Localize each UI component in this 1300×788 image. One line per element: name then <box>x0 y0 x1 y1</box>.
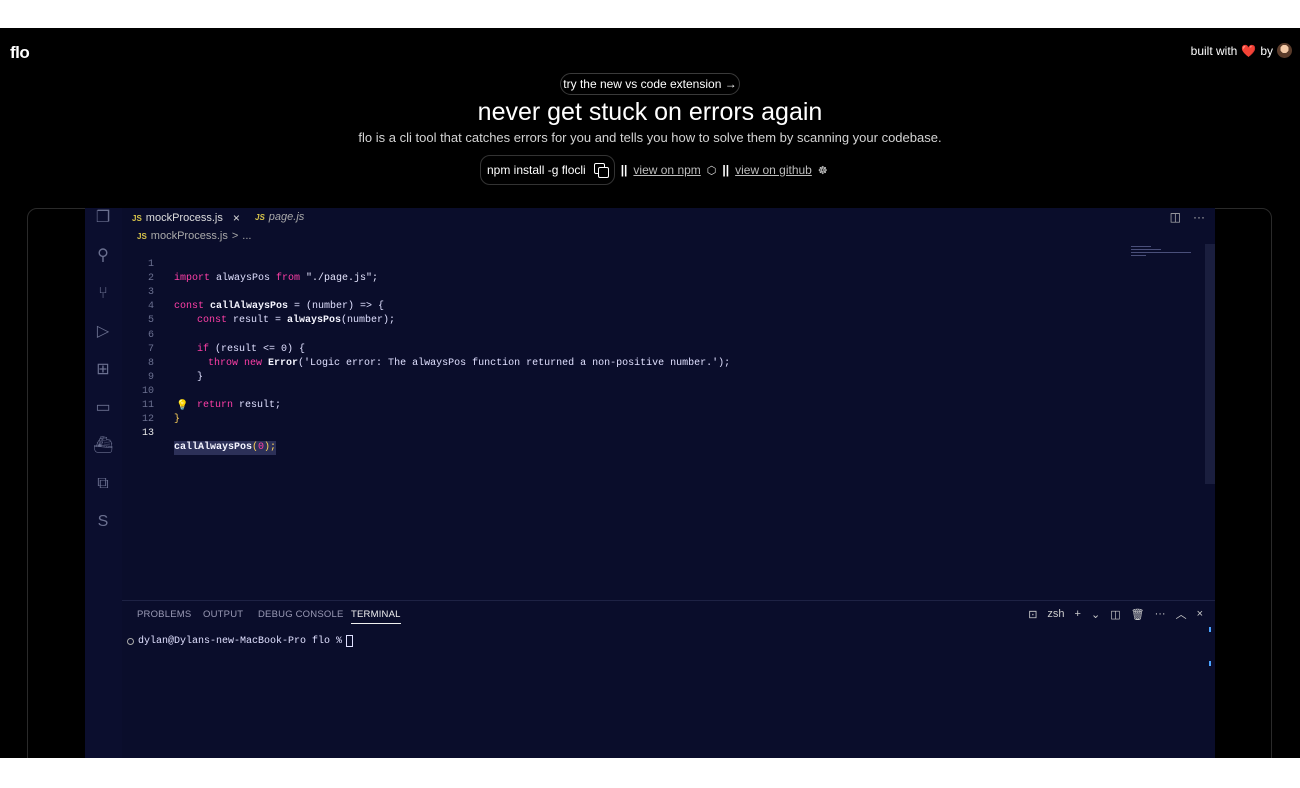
shell-name[interactable]: zsh <box>1047 608 1064 620</box>
code-line: 7 throw new Error('Logic error: The alwa… <box>122 329 1182 369</box>
breadcrumb: JS mockProcess.js > ... <box>137 230 251 242</box>
tab-output[interactable]: OUTPUT <box>203 609 243 620</box>
remote-explorer-icon[interactable]: ▭ <box>93 398 113 418</box>
install-command: npm install -g flocli <box>487 163 586 177</box>
code-line: 10 return result; <box>122 371 1182 411</box>
line-number: 13 <box>141 428 154 440</box>
separator: || <box>722 163 730 177</box>
s-extension-icon[interactable]: S <box>93 512 113 532</box>
tab-terminal[interactable]: TERMINAL <box>351 609 401 624</box>
breadcrumb-sep: > <box>231 230 239 242</box>
minimap[interactable] <box>1131 244 1191 264</box>
editor-tabs: JS mockProcess.js × JS page.js ◫ ··· <box>122 208 1215 228</box>
bottom-panel: PROBLEMS OUTPUT DEBUG CONSOLE TERMINAL ⊡… <box>122 600 1215 758</box>
tab-page[interactable]: JS page.js <box>255 211 304 223</box>
status-dot-icon <box>127 637 134 645</box>
trash-icon[interactable]: 🗑 <box>1131 608 1145 621</box>
scroll-marker <box>1209 661 1211 666</box>
code-line: 9 <box>122 357 1182 383</box>
editor-scrollbar[interactable] <box>1205 244 1215 484</box>
chevron-down-icon[interactable]: ⌄ <box>1091 608 1100 621</box>
code-line: 11 } <box>122 385 1182 425</box>
install-command-box: npm install -g flocli <box>480 155 615 185</box>
tree-icon[interactable]: ⧉ <box>93 474 113 494</box>
breadcrumb-file[interactable]: mockProcess.js <box>151 230 228 242</box>
heart-icon: ❤️ <box>1241 43 1257 58</box>
source-control-icon[interactable]: ⑂ <box>93 284 113 304</box>
panel-actions: ⊡ zsh + ⌄ ◫ 🗑 ··· ︿ × <box>1028 606 1203 622</box>
run-debug-icon[interactable]: ▷ <box>93 322 113 342</box>
explorer-icon[interactable]: ❐ <box>93 208 113 228</box>
view-on-npm-link[interactable]: view on npm <box>633 163 700 177</box>
code-editor[interactable]: 1 import alwaysPos from "./page.js"; 2 3… <box>122 244 1182 456</box>
install-row: npm install -g flocli || view on npm ⬡ |… <box>480 155 828 185</box>
code-line: 4 const result = alwaysPos(number); <box>122 286 1182 326</box>
page-subtitle: flo is a cli tool that catches errors fo… <box>358 130 942 145</box>
search-icon[interactable]: ⚲ <box>93 246 113 266</box>
github-icon: ☸ <box>817 164 828 177</box>
code-line: 12 💡 <box>122 399 1182 425</box>
terminal-cursor <box>346 635 354 647</box>
code-line-active: 13 callAlwaysPos(0); <box>122 413 1182 456</box>
scroll-marker <box>1209 627 1211 632</box>
terminal-prompt-line[interactable]: dylan@Dylans-new-MacBook-Pro flo % <box>127 635 354 647</box>
view-on-github-link[interactable]: view on github <box>735 163 812 177</box>
landing-page: flo built with ❤️ by try the new vs code… <box>0 28 1300 758</box>
docker-icon[interactable]: ⛴ <box>93 436 113 456</box>
js-file-icon: JS <box>255 212 265 222</box>
author-avatar[interactable] <box>1277 43 1292 58</box>
close-icon[interactable]: × <box>233 211 240 225</box>
code-line: 5 <box>122 300 1182 326</box>
tab-label: page.js <box>268 211 305 223</box>
flo-logo[interactable]: flo <box>10 43 30 63</box>
separator: || <box>620 163 628 177</box>
split-terminal-icon[interactable]: ◫ <box>1110 608 1120 621</box>
code-line: 2 <box>122 258 1182 284</box>
copy-icon[interactable] <box>593 163 609 178</box>
terminal-prompt: dylan@Dylans-new-MacBook-Pro flo % <box>138 635 343 647</box>
built-with-text: built with <box>1190 43 1238 58</box>
tab-problems[interactable]: PROBLEMS <box>137 609 191 620</box>
extensions-icon[interactable]: ⊞ <box>93 360 113 380</box>
breadcrumb-rest[interactable]: ... <box>242 230 251 242</box>
more-actions-icon[interactable]: ··· <box>1155 608 1166 620</box>
js-file-icon: JS <box>137 231 147 241</box>
js-file-icon: JS <box>132 213 142 223</box>
lightbulb-icon[interactable]: 💡 <box>176 400 188 414</box>
maximize-panel-icon[interactable]: ︿ <box>1176 606 1187 622</box>
close-icon[interactable]: × <box>1197 608 1203 620</box>
page-title: never get stuck on errors again <box>477 98 823 126</box>
more-actions-icon[interactable]: ··· <box>1193 210 1205 224</box>
package-icon: ⬡ <box>706 164 717 177</box>
split-editor-icon[interactable]: ◫ <box>1170 210 1181 224</box>
vscode-extension-pill[interactable]: try the new vs code extension → <box>560 73 740 95</box>
built-with-credit: built with ❤️ by <box>1191 43 1292 58</box>
code-line: 1 import alwaysPos from "./page.js"; <box>122 244 1182 284</box>
terminal-icon: ⊡ <box>1028 608 1038 621</box>
by-text: by <box>1260 43 1273 58</box>
tab-label: mockProcess.js <box>145 212 223 224</box>
code-token: ); <box>264 442 277 454</box>
tab-debug-console[interactable]: DEBUG CONSOLE <box>258 609 343 620</box>
code-line: 8 } <box>122 343 1182 383</box>
code-token: callAlwaysPos <box>174 442 253 454</box>
vscode-window: ❐ ⚲ ⑂ ▷ ⊞ ▭ ⛴ ⧉ S JS mockProcess.js × JS… <box>85 208 1215 758</box>
activity-bar: ❐ ⚲ ⑂ ▷ ⊞ ▭ ⛴ ⧉ S <box>85 208 122 758</box>
code-line: 6 if (result <= 0) { <box>122 314 1182 355</box>
add-terminal-icon[interactable]: + <box>1075 608 1081 620</box>
editor-actions: ◫ ··· <box>1170 210 1205 224</box>
code-line: 3 const callAlwaysPos = (number) => { <box>122 272 1182 312</box>
tab-mockprocess[interactable]: JS mockProcess.js × <box>132 211 240 225</box>
